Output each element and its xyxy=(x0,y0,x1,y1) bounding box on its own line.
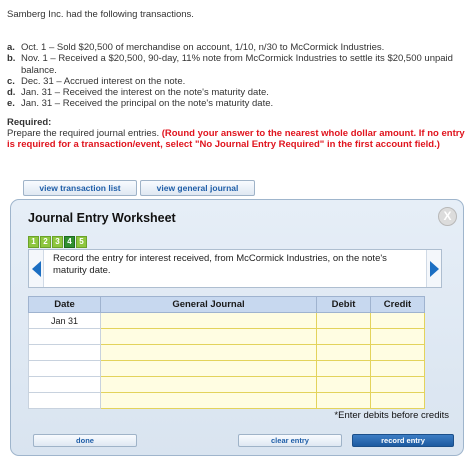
journal-entry-worksheet: Journal Entry Worksheet X 1 2 3 4 5 Reco… xyxy=(10,199,464,456)
step-indicator: 1 2 3 4 5 xyxy=(28,236,87,248)
transaction-item: d. Jan. 31 – Received the interest on the… xyxy=(7,87,467,98)
transaction-text: Nov. 1 – Received a $20,500, 90-day, 11%… xyxy=(21,53,453,76)
debit-field[interactable] xyxy=(316,328,371,345)
transaction-item: e. Jan. 31 – Received the principal on th… xyxy=(7,98,467,109)
debit-field[interactable] xyxy=(316,312,371,329)
step-4[interactable]: 4 xyxy=(64,236,75,248)
table-row xyxy=(28,392,425,409)
table-header-row: Date General Journal Debit Credit xyxy=(28,296,425,313)
account-field[interactable] xyxy=(100,312,317,329)
date-cell[interactable] xyxy=(28,360,101,377)
transaction-letter: b. xyxy=(7,53,16,65)
date-column-header: Date xyxy=(28,296,101,313)
date-cell[interactable] xyxy=(28,392,101,409)
credit-column-header: Credit xyxy=(370,296,425,313)
credit-field[interactable] xyxy=(370,360,425,377)
debit-field[interactable] xyxy=(316,344,371,361)
date-cell[interactable] xyxy=(28,344,101,361)
transaction-text: Oct. 1 – Sold $20,500 of merchandise on … xyxy=(21,42,385,53)
clear-entry-button[interactable]: clear entry xyxy=(238,434,342,447)
previous-entry-button[interactable] xyxy=(29,250,44,287)
debit-field[interactable] xyxy=(316,376,371,393)
table-row xyxy=(28,376,425,393)
table-row xyxy=(28,344,425,361)
transaction-item: c. Dec. 31 – Accrued interest on the note… xyxy=(7,76,467,87)
close-icon[interactable]: X xyxy=(438,207,457,226)
step-5[interactable]: 5 xyxy=(76,236,87,248)
arrow-right-icon xyxy=(429,260,439,277)
required-heading: Required: xyxy=(7,117,52,128)
date-cell[interactable]: Jan 31 xyxy=(28,312,101,329)
step-1[interactable]: 1 xyxy=(28,236,39,248)
account-field[interactable] xyxy=(100,376,317,393)
required-instructions: Prepare the required journal entries. (R… xyxy=(7,128,467,151)
transaction-text: Dec. 31 – Accrued interest on the note. xyxy=(21,75,186,87)
transaction-list: a. Oct. 1 – Sold $20,500 of merchandise o… xyxy=(7,42,467,110)
debit-column-header: Debit xyxy=(316,296,371,313)
account-field[interactable] xyxy=(100,360,317,377)
transaction-letter: a. xyxy=(7,42,15,53)
date-cell[interactable] xyxy=(28,376,101,393)
journal-table: Date General Journal Debit Credit Jan 31 xyxy=(28,296,425,409)
date-cell[interactable] xyxy=(28,328,101,345)
table-row xyxy=(28,328,425,345)
general-journal-column-header: General Journal xyxy=(100,296,317,313)
intro-text: Samberg Inc. had the following transacti… xyxy=(7,9,194,20)
step-2[interactable]: 2 xyxy=(40,236,51,248)
debit-field[interactable] xyxy=(316,360,371,377)
record-entry-button[interactable]: record entry xyxy=(352,434,454,447)
debit-field[interactable] xyxy=(316,392,371,409)
view-transaction-list-button[interactable]: view transaction list xyxy=(23,180,137,196)
transaction-letter: c. xyxy=(7,75,15,87)
transaction-text: Jan. 31 – Received the principal on the … xyxy=(21,98,274,110)
entry-prompt: Record the entry for interest received, … xyxy=(53,253,387,276)
table-row: Jan 31 xyxy=(28,312,425,329)
table-row xyxy=(28,360,425,377)
credit-field[interactable] xyxy=(370,392,425,409)
credit-field[interactable] xyxy=(370,344,425,361)
credit-field[interactable] xyxy=(370,328,425,345)
next-entry-button[interactable] xyxy=(426,250,441,287)
credit-field[interactable] xyxy=(370,312,425,329)
account-field[interactable] xyxy=(100,328,317,345)
transaction-item: a. Oct. 1 – Sold $20,500 of merchandise o… xyxy=(7,42,467,53)
account-field[interactable] xyxy=(100,344,317,361)
credit-field[interactable] xyxy=(370,376,425,393)
step-3[interactable]: 3 xyxy=(52,236,63,248)
required-text: Prepare the required journal entries. xyxy=(7,128,160,139)
account-field[interactable] xyxy=(100,392,317,409)
transaction-text: Jan. 31 – Received the interest on the n… xyxy=(21,87,269,99)
transaction-item: b. Nov. 1 – Received a $20,500, 90-day, 1… xyxy=(7,53,467,76)
done-button[interactable]: done xyxy=(33,434,137,447)
transaction-letter: d. xyxy=(7,87,16,99)
entry-prompt-box: Record the entry for interest received, … xyxy=(28,249,442,288)
worksheet-title: Journal Entry Worksheet xyxy=(28,211,176,225)
transaction-letter: e. xyxy=(7,98,15,110)
arrow-left-icon xyxy=(31,260,41,277)
view-general-journal-button[interactable]: view general journal xyxy=(140,180,255,196)
debit-credit-note: *Enter debits before credits xyxy=(334,410,449,421)
